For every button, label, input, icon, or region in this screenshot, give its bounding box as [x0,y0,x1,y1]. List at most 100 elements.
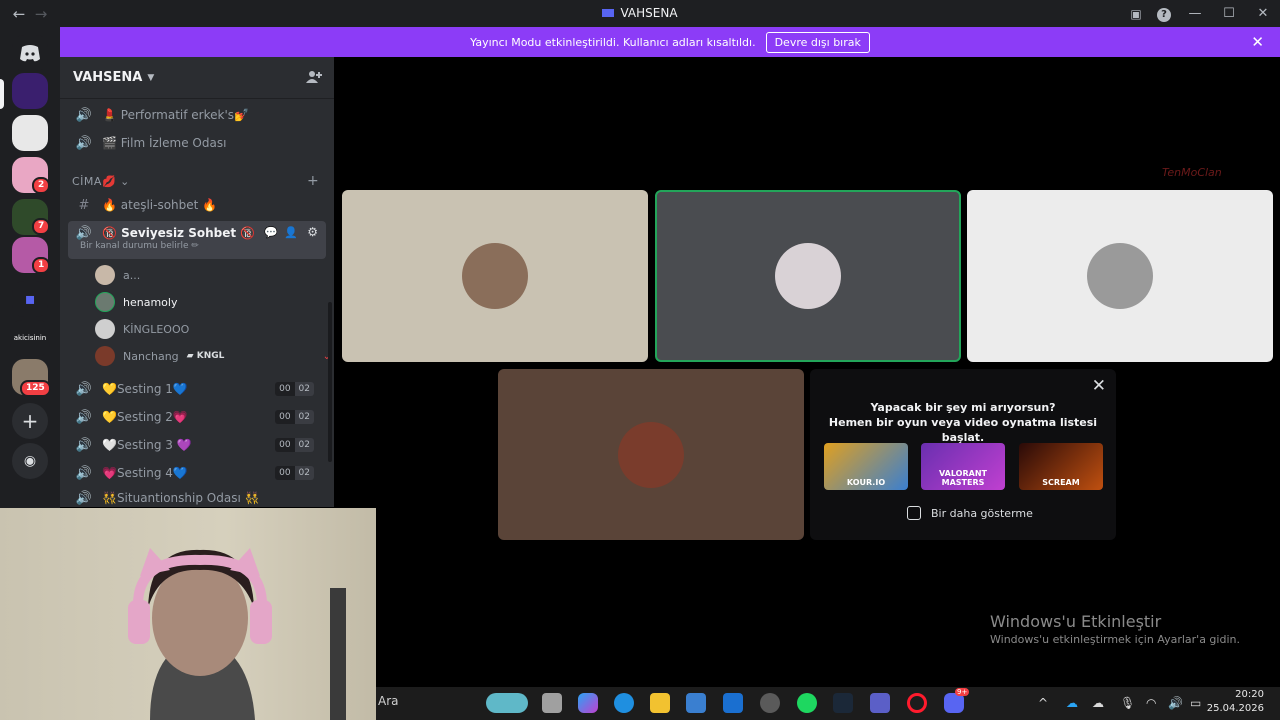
server-vahsena[interactable] [12,73,48,109]
video-tile-speaking[interactable] [655,190,961,362]
voice-user[interactable]: a... [95,265,140,285]
add-channel-icon[interactable]: + [307,173,319,189]
avatar [95,319,115,339]
video-tile[interactable] [498,369,804,540]
gear-icon[interactable]: ⚙ [307,225,318,239]
voice-channel[interactable]: 🔊 💛Sesting 2💗 00 02 [68,404,326,430]
close-window-button[interactable]: ✕ [1246,6,1280,21]
edge-icon[interactable] [614,693,634,713]
window-title: VAHSENA [0,6,1280,20]
avatar [462,243,528,309]
discord-icon[interactable] [944,693,964,713]
back-arrow-icon[interactable]: ← [8,5,30,23]
voice-user[interactable]: henamoly [95,292,177,312]
server-leo[interactable] [12,115,48,151]
avatar [1087,243,1153,309]
voice-channel[interactable]: 🔊 💛Sesting 1💙 00 02 [68,376,326,402]
avatar [95,292,115,312]
video-tile[interactable] [967,190,1273,362]
game-card[interactable]: KOUR.IO [824,443,908,490]
microphone-icon[interactable]: 🎙 [1120,696,1135,710]
text-channel[interactable]: # 🔥 ateşli-sohbet 🔥 [68,192,326,218]
task-view-icon[interactable] [542,693,562,713]
add-server-icon[interactable]: + [12,403,48,439]
battery-icon[interactable]: ▭ [1190,696,1201,710]
cloud-icon[interactable]: ☁ [1092,696,1104,710]
file-explorer-icon[interactable] [650,693,670,713]
speaker-icon: 🔊 [75,409,93,425]
unread-badge: 1 [32,257,51,274]
game-card[interactable]: SCREAM [1019,443,1103,490]
channel-status[interactable]: Bir kanal durumu belirle ✏ [80,241,255,251]
wifi-icon[interactable]: ◠ [1146,696,1156,710]
speaker-icon: 🔊 [75,437,93,453]
onedrive-icon[interactable]: ☁ [1066,696,1078,710]
windows-activation-watermark: Windows'u Etkinleştir Windows'u etkinleş… [990,612,1240,646]
server-akicisinin[interactable]: akicisinin [10,320,50,356]
close-banner-icon[interactable]: ✕ [1251,33,1264,51]
user-limit-badge: 00 02 [275,466,314,480]
title-bar: ← → VAHSENA ▣ ? — ☐ ✕ [0,0,1280,27]
avatar [775,243,841,309]
speaker-icon: 🔊 [75,107,93,123]
user-limit-badge: 00 02 [275,410,314,424]
discover-icon[interactable]: ◉ [12,443,48,479]
folder-icon[interactable]: ▪ [12,281,48,317]
selected-server-pill [0,79,4,109]
discord-home-icon[interactable] [12,35,48,71]
unread-badge: 2 [32,177,51,194]
minimize-button[interactable]: — [1178,6,1212,21]
voice-channel[interactable]: 🔊 🤍Sesting 3 💜 00 02 [68,432,326,458]
webcam-person-image [128,548,346,720]
channel-sidebar: VAHSENA ▼ 🔊 💄 Performatif erkek's💅 🔊 🎬 F… [60,57,334,507]
avatar [95,265,115,285]
voice-user[interactable]: KİNGLEOOO [95,319,189,339]
help-icon[interactable]: ? [1150,6,1178,22]
chrome-icon[interactable] [760,693,780,713]
chat-icon[interactable]: 💬 [264,226,278,239]
close-icon[interactable]: ✕ [1092,376,1106,396]
chevron-up-icon[interactable]: ^ [1038,696,1048,710]
active-voice-channel[interactable]: 🔊 🔞 Seviyesiz Sohbet 🔞 Bir kanal durumu … [68,221,326,259]
category-header[interactable]: CİMA💋 ⌄ + [72,173,319,189]
spotify-icon[interactable] [797,693,817,713]
speaker-icon: 🔊 [75,381,93,397]
scrollbar[interactable] [328,302,332,462]
steam-icon[interactable] [833,693,853,713]
teams-icon[interactable] [870,693,890,713]
voice-user[interactable]: Nanchang ▰ KNGL ⌄ [95,346,345,366]
streamer-mode-banner: Yayıncı Modu etkinleştirildi. Kullanıcı … [60,27,1280,57]
clock[interactable]: 20:20 25.04.2026 [1207,688,1264,716]
avatar [95,346,115,366]
voice-channel[interactable]: 🔊 💄 Performatif erkek's💅 [68,102,326,128]
opera-icon[interactable] [907,693,927,713]
notification-badge: 9+ [955,688,970,696]
volume-icon[interactable]: 🔊 [1168,696,1183,710]
server-icon [602,9,615,17]
search-highlight-icon[interactable] [486,693,528,713]
voice-channel[interactable]: 🔊 👯Situantionship Odası 👯 [68,489,326,507]
voice-channel[interactable]: 🔊 🎬 Film İzleme Odası [68,130,326,156]
user-limit-badge: 00 02 [275,382,314,396]
server-header[interactable]: VAHSENA ▼ [60,57,334,99]
copilot-icon[interactable] [578,693,598,713]
clan-tag: ▰ KNGL [186,351,225,361]
video-tile[interactable] [342,190,648,362]
inbox-icon[interactable]: ▣ [1122,7,1150,21]
activity-suggestion-panel: ✕ Yapacak bir şey mi arıyorsun? Hemen bi… [810,369,1116,540]
outlook-icon[interactable] [723,693,743,713]
game-card[interactable]: VALORANT MASTERS [921,443,1005,490]
watermark-logo: TenMoClan [1162,166,1222,179]
forward-arrow-icon[interactable]: → [30,5,52,23]
maximize-button[interactable]: ☐ [1212,6,1246,21]
disable-streamer-mode-button[interactable]: Devre dışı bırak [765,31,870,53]
webcam-overlay [0,508,376,720]
search-box[interactable]: Ara [378,694,399,708]
invite-people-icon[interactable] [306,70,322,84]
invite-icon[interactable]: 👤 [284,226,298,239]
speaker-icon: 🔊 [75,226,93,241]
voice-channel[interactable]: 🔊 💗Sesting 4💙 00 02 [68,460,326,486]
dont-show-again-checkbox[interactable]: Bir daha gösterme [907,506,1033,520]
store-icon[interactable] [686,693,706,713]
taskbar: Ara 9+ ^ ☁ ☁ 🎙 ◠ 🔊 ▭ 20:20 25.04.2026 [376,687,1280,720]
